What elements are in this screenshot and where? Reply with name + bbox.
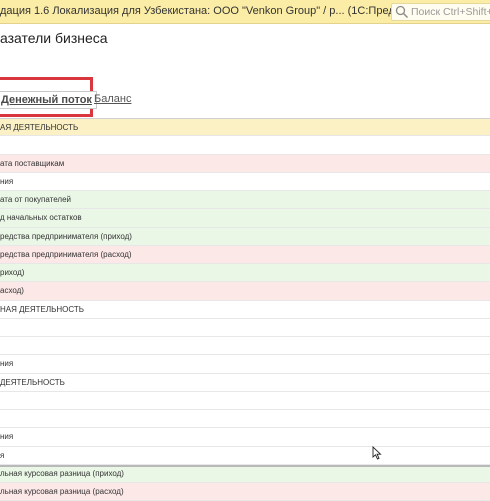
table-row[interactable]: ния bbox=[0, 428, 490, 447]
row-label: ата поставщикам bbox=[0, 158, 65, 168]
table-bottom-border bbox=[0, 465, 490, 467]
cash-flow-table: АЯ ДЕЯТЕЛЬНОСТЬ ата поставщикам ния ата от … bbox=[0, 118, 490, 501]
table-row[interactable]: ата поставщикам bbox=[0, 154, 490, 173]
table-row[interactable]: АЯ ДЕЯТЕЛЬНОСТЬ bbox=[0, 118, 490, 137]
table-row[interactable] bbox=[0, 136, 490, 155]
row-label: АЯ ДЕЯТЕЛЬНОСТЬ bbox=[0, 123, 79, 132]
table-row[interactable]: ата от покупателей bbox=[0, 191, 490, 210]
tab-cash-flow[interactable]: Денежный поток bbox=[0, 91, 97, 109]
row-label: редства предпринимателя (расход) bbox=[0, 249, 132, 259]
table-row[interactable] bbox=[0, 337, 490, 356]
row-label: я bbox=[0, 450, 5, 460]
row-label: асход) bbox=[0, 286, 24, 296]
row-label: ния bbox=[0, 432, 14, 442]
table-row[interactable]: льная курсовая разница (приход) bbox=[0, 464, 490, 483]
title-bar: дация 1.6 Локализация для Узбекистана: О… bbox=[0, 0, 490, 24]
table-row[interactable]: асход) bbox=[0, 282, 490, 301]
search-placeholder: Поиск Ctrl+Shift+F bbox=[411, 6, 490, 18]
mouse-pointer-icon bbox=[372, 446, 382, 460]
row-label: ата от покупателей bbox=[0, 195, 71, 204]
row-label: ДЕЯТЕЛЬНОСТЬ bbox=[0, 377, 65, 387]
row-label: ния bbox=[0, 359, 14, 369]
table-row[interactable]: льная курсовая разница (расход) bbox=[0, 483, 490, 501]
table-row[interactable]: ния bbox=[0, 172, 490, 191]
row-label: ния bbox=[0, 176, 14, 186]
table-row[interactable]: редства предпринимателя (расход) bbox=[0, 245, 490, 264]
window-title: дация 1.6 Локализация для Узбекистана: О… bbox=[0, 5, 440, 17]
table-row[interactable] bbox=[0, 391, 490, 410]
table-row[interactable]: ДЕЯТЕЛЬНОСТЬ bbox=[0, 373, 490, 392]
search-input[interactable]: Поиск Ctrl+Shift+F bbox=[391, 3, 490, 21]
table-row[interactable]: ния bbox=[0, 355, 490, 374]
row-label: риход) bbox=[0, 268, 25, 277]
page-title: азатели бизнеса bbox=[0, 30, 108, 46]
table-row[interactable] bbox=[0, 410, 490, 429]
table-row[interactable] bbox=[0, 318, 490, 337]
table-row[interactable]: я bbox=[0, 446, 490, 465]
row-label: редства предпринимателя (приход) bbox=[0, 231, 132, 241]
search-icon bbox=[395, 5, 409, 19]
row-label: льная курсовая разница (приход) bbox=[0, 468, 124, 478]
table-row[interactable]: риход) bbox=[0, 264, 490, 283]
table-row[interactable]: д начальных остатков bbox=[0, 209, 490, 228]
table-row[interactable]: НАЯ ДЕЯТЕЛЬНОСТЬ bbox=[0, 300, 490, 319]
tab-balance[interactable]: Баланс bbox=[94, 93, 131, 105]
row-label: НАЯ ДЕЯТЕЛЬНОСТЬ bbox=[0, 304, 85, 314]
row-label: д начальных остатков bbox=[0, 213, 82, 223]
row-label: льная курсовая разница (расход) bbox=[0, 487, 124, 496]
table-row[interactable]: редства предпринимателя (приход) bbox=[0, 227, 490, 246]
